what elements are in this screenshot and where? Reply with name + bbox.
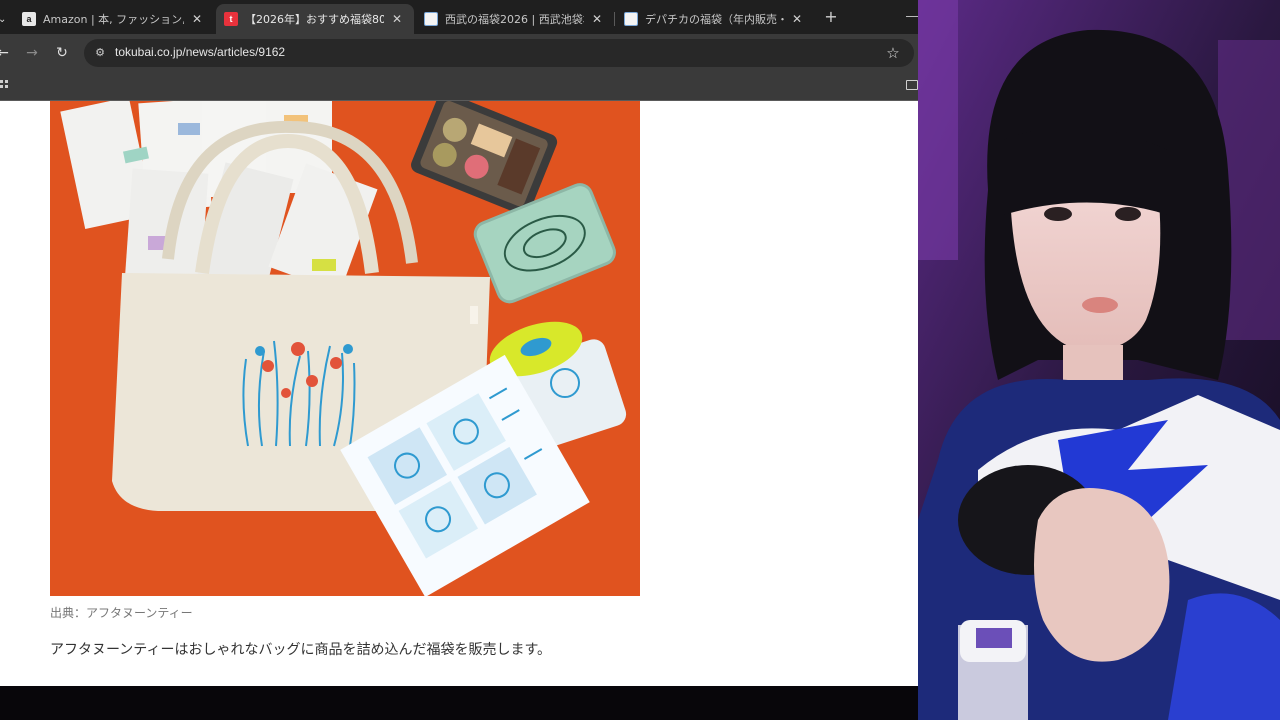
arrow-left-icon[interactable]: ←	[0, 44, 12, 62]
tab-depachika[interactable]: デパチカの福袋（年内販売・予約販 ✕	[616, 4, 814, 34]
tab-seibu[interactable]: 西武の福袋2026 | 西武池袋本店 ✕	[416, 4, 614, 34]
fukubukuro-product-image	[50, 101, 640, 596]
apps-icon[interactable]	[0, 80, 8, 92]
close-tab-icon[interactable]: ✕	[390, 12, 404, 26]
browser-window: ⌄ a Amazon | 本, ファッション, 家電から ✕ t 【2026年】…	[0, 0, 918, 686]
close-tab-icon[interactable]: ✕	[790, 12, 804, 26]
webcam-overlay	[918, 0, 1280, 720]
background-strip	[0, 686, 918, 720]
seibu-favicon-icon	[424, 12, 438, 26]
tab-partial[interactable]: ⌄	[0, 4, 8, 34]
amazon-favicon-icon: a	[22, 12, 36, 26]
bookmarks-bar	[0, 72, 918, 100]
star-icon[interactable]: ☆	[884, 44, 902, 62]
tokubai-favicon-icon: t	[224, 12, 238, 26]
tab-title: デパチカの福袋（年内販売・予約販	[645, 13, 784, 26]
page-content: 出典：アフタヌーンティー アフタヌーンティーはおしゃれなバッグに商品を詰め込んだ…	[0, 101, 918, 686]
close-tab-icon[interactable]: ✕	[590, 12, 604, 26]
chevron-down-icon[interactable]: ⌄	[0, 14, 6, 25]
tab-title: Amazon | 本, ファッション, 家電から	[43, 13, 184, 26]
image-caption: 出典：アフタヌーンティー	[50, 606, 193, 620]
folder-icon[interactable]	[906, 80, 918, 90]
reload-icon[interactable]: ↻	[53, 44, 71, 62]
tab-title: 西武の福袋2026 | 西武池袋本店	[445, 13, 584, 26]
close-tab-icon[interactable]: ✕	[190, 12, 204, 26]
minimize-icon[interactable]	[906, 16, 918, 17]
address-bar[interactable]: ⚙ tokubai.co.jp/news/articles/9162 ☆	[84, 39, 914, 67]
arrow-right-icon[interactable]: →	[23, 44, 41, 62]
tab-bar: ⌄ a Amazon | 本, ファッション, 家電から ✕ t 【2026年】…	[0, 0, 918, 34]
article-paragraph: アフタヌーンティーはおしゃれなバッグに商品を詰め込んだ福袋を販売します。	[50, 642, 552, 658]
tab-title: 【2026年】おすすめ福袋80選！人気	[245, 13, 384, 26]
new-tab-icon[interactable]: +	[822, 8, 840, 26]
browser-toolbar: ← → ↻ ⚙ tokubai.co.jp/news/articles/9162…	[0, 34, 918, 72]
tab-amazon[interactable]: a Amazon | 本, ファッション, 家電から ✕	[14, 4, 214, 34]
site-info-icon[interactable]: ⚙	[92, 45, 108, 61]
tab-separator	[614, 12, 615, 26]
seibu-favicon-icon	[624, 12, 638, 26]
url-text[interactable]: tokubai.co.jp/news/articles/9162	[115, 45, 285, 59]
tab-tokubai[interactable]: t 【2026年】おすすめ福袋80選！人気 ✕	[216, 4, 414, 34]
